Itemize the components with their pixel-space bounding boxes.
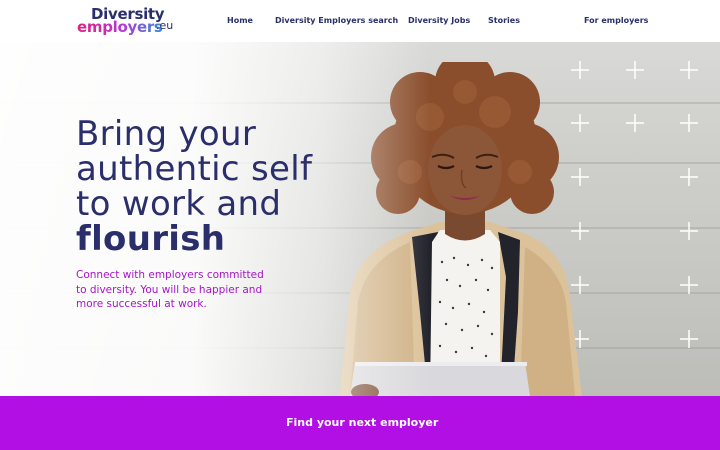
- headline-line-1: Bring your: [76, 114, 257, 154]
- chevron-right-icon[interactable]: ›: [428, 415, 432, 429]
- logo-tld: .eu: [156, 19, 174, 32]
- nav-stories[interactable]: Stories: [488, 15, 520, 26]
- hero-subtext: Connect with employers committed to dive…: [76, 269, 264, 310]
- headline-line-3: to work and: [76, 184, 282, 224]
- headline-line-4: flourish: [76, 219, 226, 259]
- plus-icon: [680, 330, 698, 348]
- nav-diversity-employers-search[interactable]: Diversity Employers search: [275, 15, 398, 26]
- find-employer-cta-bar[interactable]: Find your next employer ›: [0, 396, 720, 450]
- find-employer-button[interactable]: Find your next employer: [286, 416, 438, 430]
- plus-icon: [680, 168, 698, 186]
- plus-icon: [680, 61, 698, 79]
- diversity-employers-logo[interactable]: Diversity employers .eu: [77, 6, 177, 36]
- nav-for-employers[interactable]: For employers: [584, 15, 648, 26]
- nav-diversity-jobs[interactable]: Diversity Jobs: [408, 15, 470, 26]
- hero-headline: Bring your authentic self to work and fl…: [76, 117, 376, 257]
- nav-home[interactable]: Home: [227, 15, 253, 26]
- plus-icon: [680, 276, 698, 294]
- site-header: Diversity employers .eu Home Diversity E…: [0, 0, 720, 42]
- plus-icon: [626, 114, 644, 132]
- logo-word-employers: employers: [77, 18, 163, 36]
- plus-icon: [680, 114, 698, 132]
- plus-icon: [680, 222, 698, 240]
- plus-icon: [626, 61, 644, 79]
- headline-line-2: authentic self: [76, 149, 313, 189]
